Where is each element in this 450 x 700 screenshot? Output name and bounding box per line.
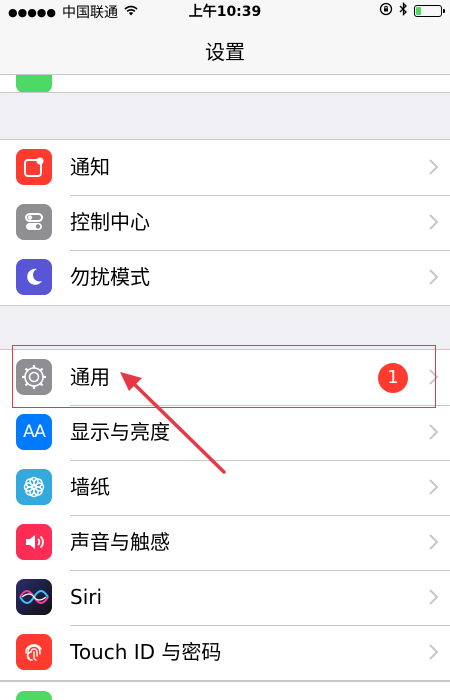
control-center-icon bbox=[16, 204, 52, 240]
settings-item-label: 勿扰模式 bbox=[70, 265, 150, 289]
settings-item-display-brightness[interactable]: AA 显示与亮度 bbox=[0, 405, 450, 460]
chevron-right-icon bbox=[429, 214, 439, 230]
settings-group-1: 通知 控制中心 勿扰模式 bbox=[0, 139, 450, 306]
chevron-right-icon bbox=[429, 644, 439, 660]
display-icon-text: AA bbox=[23, 422, 46, 442]
settings-item-wallpaper[interactable]: 墙纸 bbox=[0, 460, 450, 515]
chevron-right-icon bbox=[429, 369, 439, 385]
settings-item-label: 通知 bbox=[70, 155, 110, 179]
partial-list-item[interactable] bbox=[0, 75, 450, 93]
settings-item-control-center[interactable]: 控制中心 bbox=[0, 195, 450, 250]
settings-item-label: Siri bbox=[70, 585, 103, 609]
partial-app-icon bbox=[16, 75, 52, 92]
notification-badge: 1 bbox=[378, 363, 408, 393]
settings-item-label: Touch ID 与密码 bbox=[70, 640, 222, 664]
gear-icon bbox=[16, 359, 52, 395]
navigation-bar: 设置 bbox=[0, 20, 450, 75]
settings-item-touch-id[interactable]: Touch ID 与密码 bbox=[0, 625, 450, 680]
rotation-lock-icon bbox=[379, 2, 393, 19]
moon-icon bbox=[16, 259, 52, 295]
chevron-right-icon bbox=[429, 479, 439, 495]
settings-item-notifications[interactable]: 通知 bbox=[0, 140, 450, 195]
settings-item-general[interactable]: 通用 1 bbox=[0, 350, 450, 405]
settings-group-2: 通用 1 AA 显示与亮度 墙纸 声音与触感 Siri Touch ID 与密码 bbox=[0, 349, 450, 681]
fingerprint-icon bbox=[16, 634, 52, 670]
status-bar: ●●●●● 中国联通 上午10:39 bbox=[0, 0, 450, 21]
bluetooth-icon bbox=[399, 1, 408, 19]
wallpaper-icon bbox=[16, 469, 52, 505]
chevron-right-icon bbox=[429, 424, 439, 440]
battery-icon bbox=[414, 4, 445, 17]
settings-item-siri[interactable]: Siri bbox=[0, 570, 450, 625]
notification-icon bbox=[16, 149, 52, 185]
settings-item-label: 声音与触感 bbox=[70, 530, 170, 554]
sound-icon bbox=[16, 524, 52, 560]
partial-app-icon bbox=[16, 691, 52, 700]
page-title: 设置 bbox=[205, 40, 245, 64]
chevron-right-icon bbox=[429, 589, 439, 605]
display-icon: AA bbox=[16, 414, 52, 450]
settings-item-label: 显示与亮度 bbox=[70, 420, 170, 444]
chevron-right-icon bbox=[429, 159, 439, 175]
partial-list-item-bottom[interactable] bbox=[0, 681, 450, 700]
siri-icon bbox=[16, 579, 52, 615]
chevron-right-icon bbox=[429, 269, 439, 285]
settings-item-sounds[interactable]: 声音与触感 bbox=[0, 515, 450, 570]
settings-item-label: 墙纸 bbox=[70, 475, 110, 499]
settings-item-label: 通用 bbox=[70, 365, 110, 389]
settings-item-do-not-disturb[interactable]: 勿扰模式 bbox=[0, 250, 450, 305]
settings-item-label: 控制中心 bbox=[70, 210, 150, 234]
chevron-right-icon bbox=[429, 534, 439, 550]
